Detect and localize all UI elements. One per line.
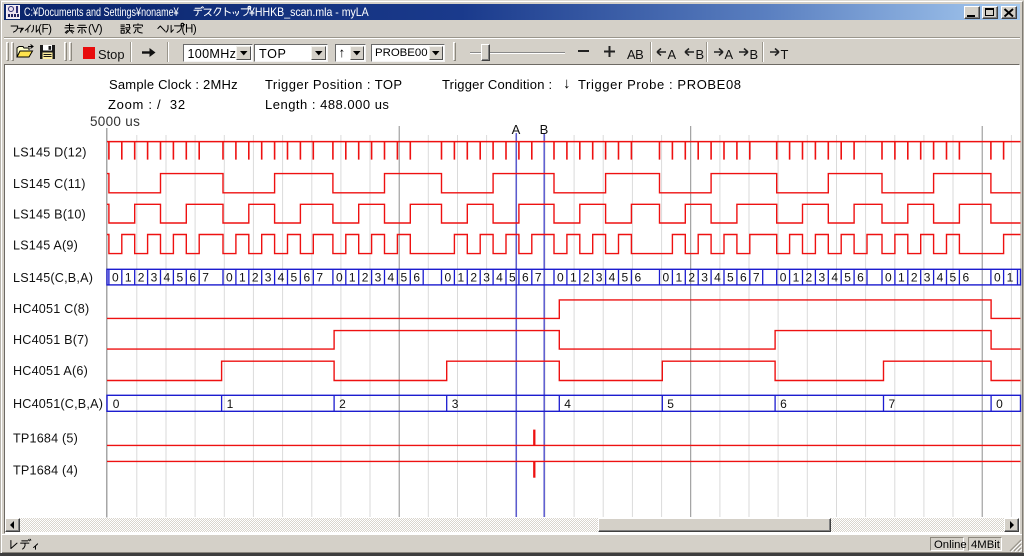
svg-text:(F): (F) [38, 23, 52, 36]
svg-text:(V): (V) [88, 23, 103, 36]
svg-text:(H): (H) [182, 23, 197, 36]
